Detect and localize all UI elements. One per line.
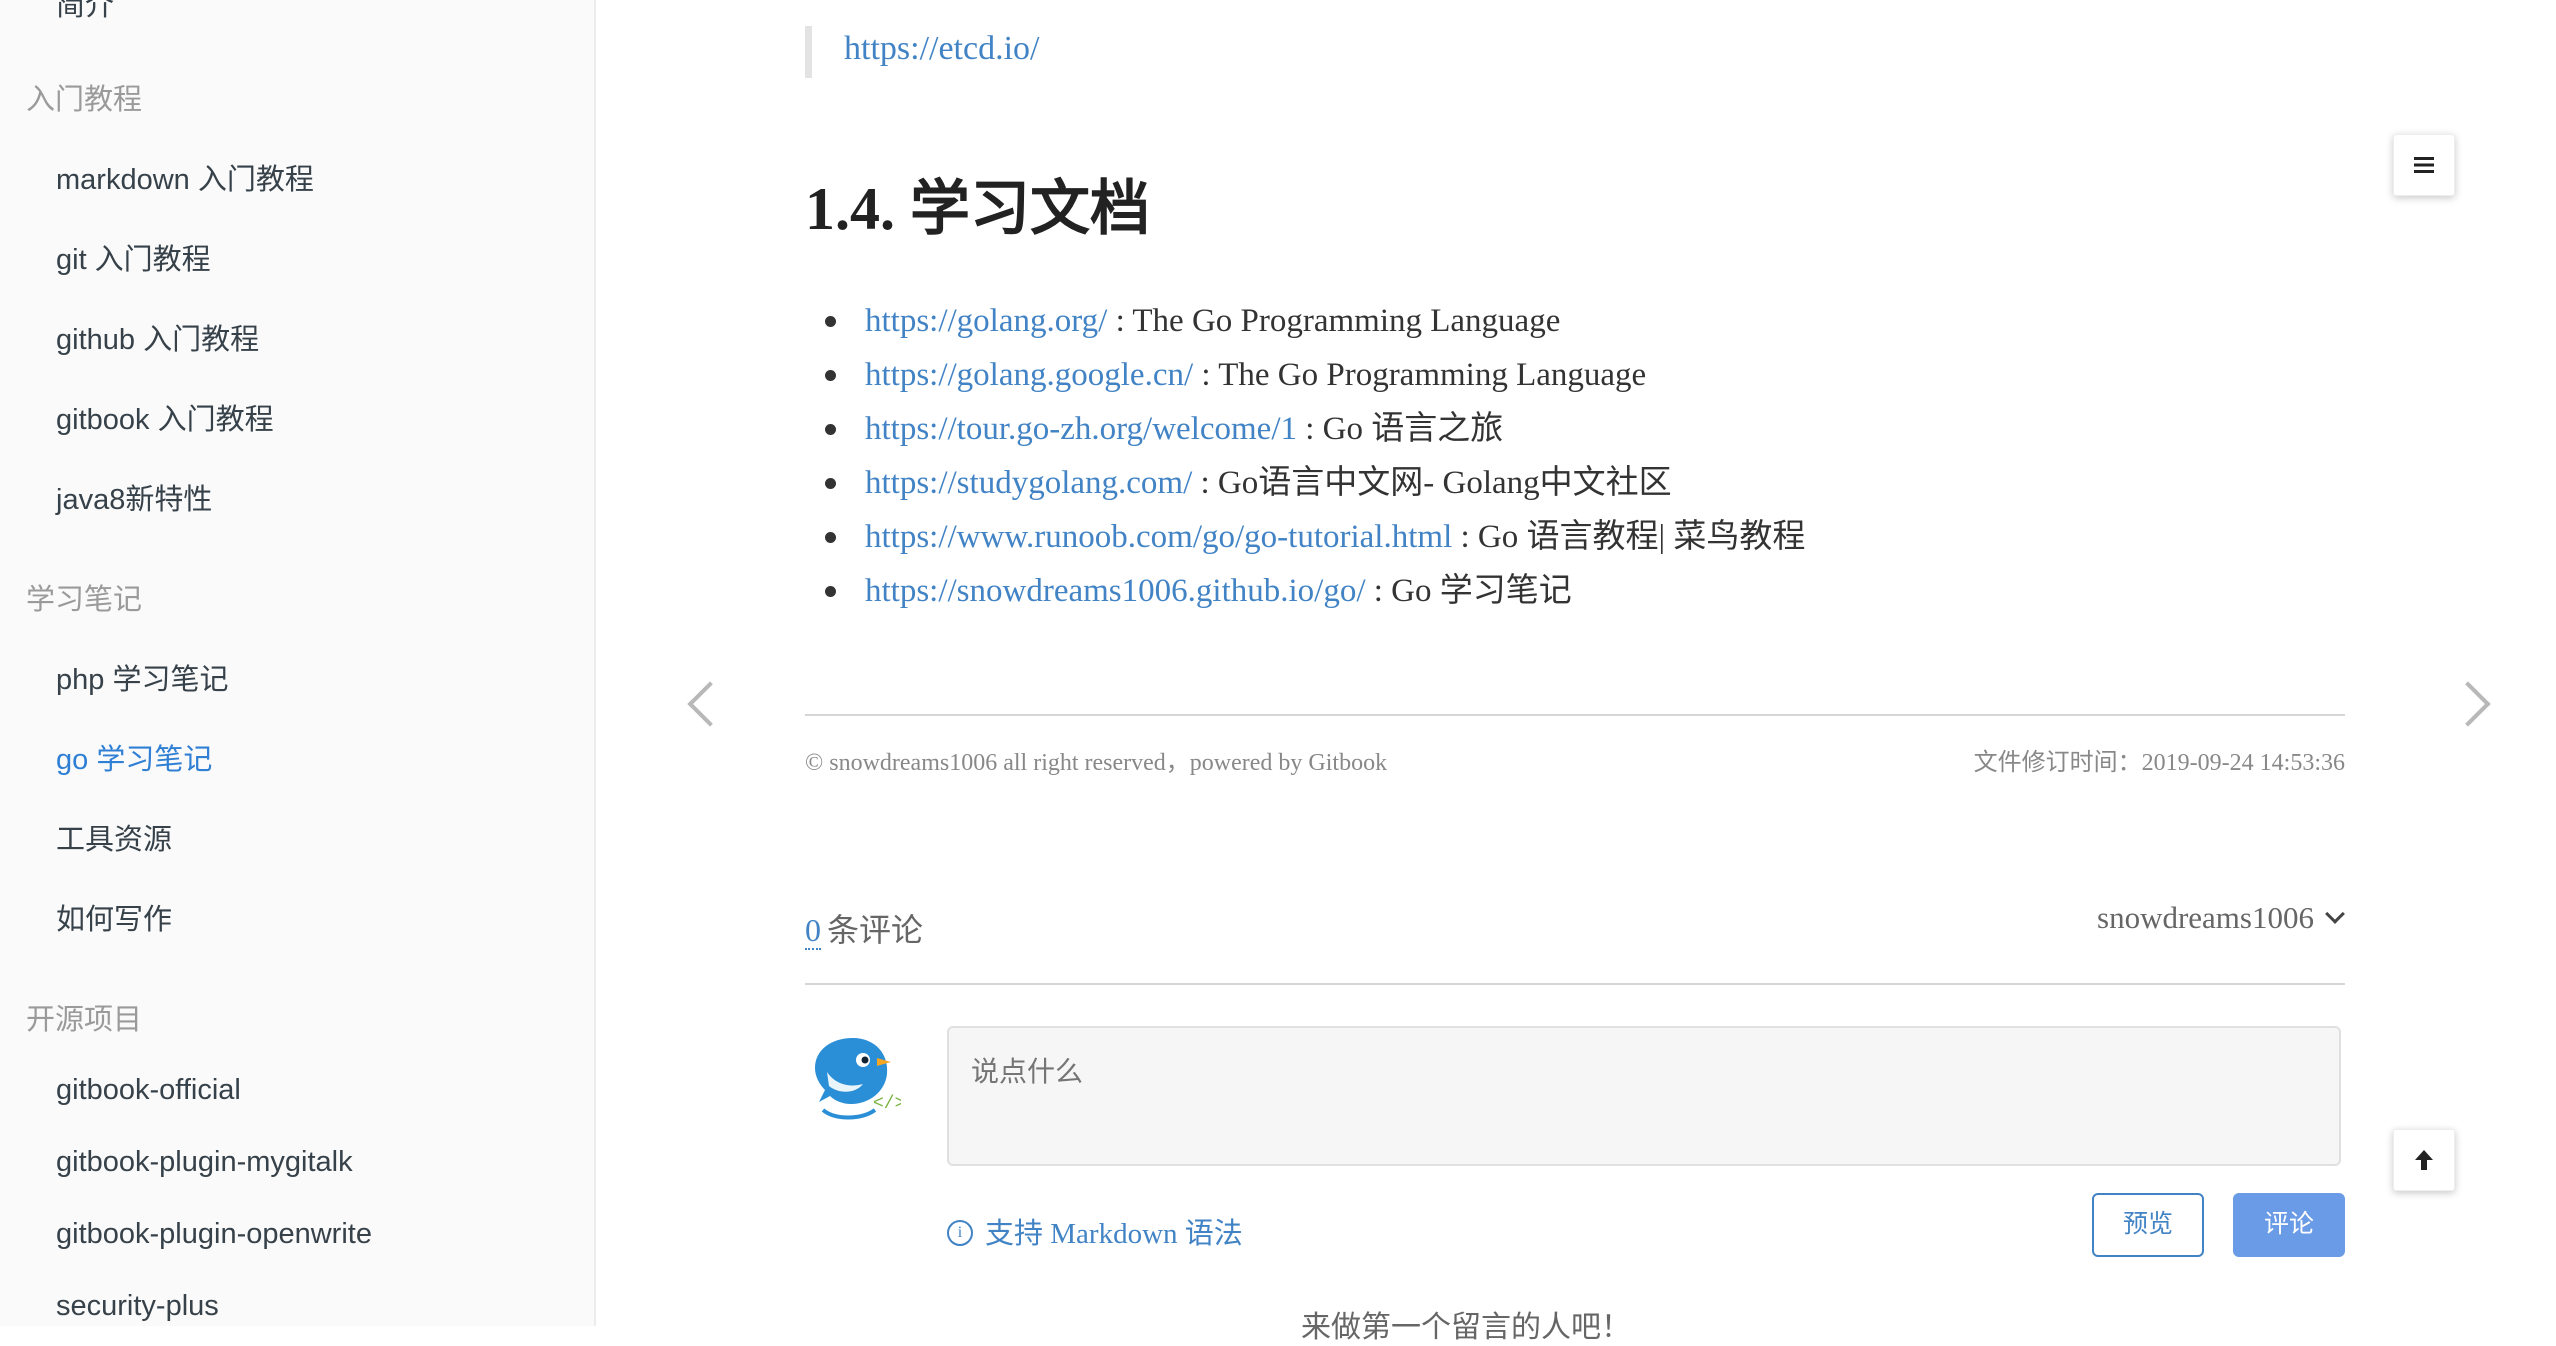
bird-avatar-icon[interactable]: </> xyxy=(805,1028,905,1124)
menu-button[interactable] xyxy=(2393,134,2455,196)
sidebar-item-writing[interactable]: 如何写作 xyxy=(56,896,172,938)
empty-comments-message: 来做第一个留言的人吧！ xyxy=(596,1302,2556,1346)
footer-copyright: © snowdreams1006 all right reserved，powe… xyxy=(805,750,1388,776)
modified-label: 文件修订时间： xyxy=(1973,750,2142,776)
list-item: https://golang.org/ : The Go Programming… xyxy=(805,294,1805,348)
comment-input[interactable] xyxy=(947,1026,2341,1166)
info-icon: i xyxy=(947,1220,973,1247)
menu-icon xyxy=(2414,157,2434,173)
sidebar-item-github-tutorial[interactable]: github 入门教程 xyxy=(56,316,259,358)
main-content: https://etcd.io/ 1.4. 学习文档 https://golan… xyxy=(596,0,2556,1344)
doc-link-studygolang[interactable]: https://studygolang.com/ xyxy=(865,465,1192,501)
back-to-top-button[interactable] xyxy=(2393,1129,2455,1191)
comments-user-name: snowdreams1006 xyxy=(2097,900,2314,935)
doc-desc: : The Go Programming Language xyxy=(1193,357,1647,393)
doc-link-golang[interactable]: https://golang.org/ xyxy=(865,303,1107,339)
sidebar: 简介 入门教程 markdown 入门教程 git 入门教程 github 入门… xyxy=(0,0,596,1326)
submit-comment-button[interactable]: 评论 xyxy=(2233,1193,2345,1257)
sidebar-item-gitbook-tutorial[interactable]: gitbook 入门教程 xyxy=(56,396,274,438)
sidebar-item-gitbook-official[interactable]: gitbook-official xyxy=(56,1074,241,1107)
doc-desc: : Go 语言教程| 菜鸟教程 xyxy=(1452,519,1806,555)
list-item: https://tour.go-zh.org/welcome/1 : Go 语言… xyxy=(805,402,1805,456)
markdown-support-link[interactable]: i 支持 Markdown 语法 xyxy=(947,1210,1243,1252)
chevron-left-icon[interactable] xyxy=(687,681,733,727)
comments-count-number[interactable]: 0 xyxy=(805,912,821,950)
preview-button[interactable]: 预览 xyxy=(2092,1193,2204,1257)
sidebar-item-php-notes[interactable]: php 学习笔记 xyxy=(56,656,228,698)
comments-count: 0 条评论 xyxy=(805,905,923,951)
doc-list: https://golang.org/ : The Go Programming… xyxy=(805,294,1805,618)
doc-desc: : The Go Programming Language xyxy=(1107,303,1561,339)
comments-count-label: 条评论 xyxy=(827,912,924,948)
svg-text:</>: </> xyxy=(873,1094,901,1114)
list-item: https://golang.google.cn/ : The Go Progr… xyxy=(805,348,1805,402)
comments-divider xyxy=(805,983,2345,985)
doc-desc: : Go 学习笔记 xyxy=(1365,573,1572,609)
sidebar-item-gitbook-plugin-mygitalk[interactable]: gitbook-plugin-mygitalk xyxy=(56,1146,353,1179)
sidebar-section-notes: 学习笔记 xyxy=(26,584,143,616)
sidebar-section-open-source: 开源项目 xyxy=(26,1004,143,1036)
doc-desc: : Go 语言之旅 xyxy=(1297,411,1504,447)
list-item: https://snowdreams1006.github.io/go/ : G… xyxy=(805,564,1805,618)
markdown-support-label: 支持 Markdown 语法 xyxy=(985,1218,1243,1250)
section-title: 1.4. 学习文档 xyxy=(805,176,1150,242)
chevron-down-icon xyxy=(2325,904,2345,924)
sidebar-item-git-tutorial[interactable]: git 入门教程 xyxy=(56,236,211,278)
sidebar-item-markdown-tutorial[interactable]: markdown 入门教程 xyxy=(56,156,314,198)
sidebar-section-intro-tutorials: 入门教程 xyxy=(26,84,143,116)
empty-comments-text: 来做第一个留言的人吧！ xyxy=(1301,1311,1631,1344)
doc-link-runoob[interactable]: https://www.runoob.com/go/go-tutorial.ht… xyxy=(865,519,1452,555)
footer-modified: 文件修订时间：2019-09-24 14:53:36 xyxy=(1941,742,2345,777)
sidebar-item-tools[interactable]: 工具资源 xyxy=(56,816,172,858)
sidebar-item-go-notes[interactable]: go 学习笔记 xyxy=(56,736,212,778)
sidebar-item-java8[interactable]: java8新特性 xyxy=(56,476,212,518)
doc-link-golang-google[interactable]: https://golang.google.cn/ xyxy=(865,357,1193,393)
sidebar-item-security-plus[interactable]: security-plus xyxy=(56,1290,219,1323)
arrow-up-icon xyxy=(2415,1150,2433,1170)
sidebar-item-intro[interactable]: 简介 xyxy=(56,0,114,24)
chevron-right-icon[interactable] xyxy=(2445,681,2491,727)
blockquote-bar xyxy=(805,26,812,78)
modified-time: 2019-09-24 14:53:36 xyxy=(2141,750,2345,776)
sidebar-item-gitbook-plugin-openwrite[interactable]: gitbook-plugin-openwrite xyxy=(56,1218,372,1251)
doc-link-go-tour[interactable]: https://tour.go-zh.org/welcome/1 xyxy=(865,411,1297,447)
list-item: https://studygolang.com/ : Go语言中文网- Gola… xyxy=(805,456,1805,510)
etcd-link[interactable]: https://etcd.io/ xyxy=(844,30,1039,68)
list-item: https://www.runoob.com/go/go-tutorial.ht… xyxy=(805,510,1805,564)
doc-link-snowdreams[interactable]: https://snowdreams1006.github.io/go/ xyxy=(865,573,1366,609)
doc-desc: : Go语言中文网- Golang中文社区 xyxy=(1192,465,1672,501)
footer-divider xyxy=(805,714,2345,716)
comments-user-dropdown[interactable]: snowdreams1006 xyxy=(2072,900,2345,936)
